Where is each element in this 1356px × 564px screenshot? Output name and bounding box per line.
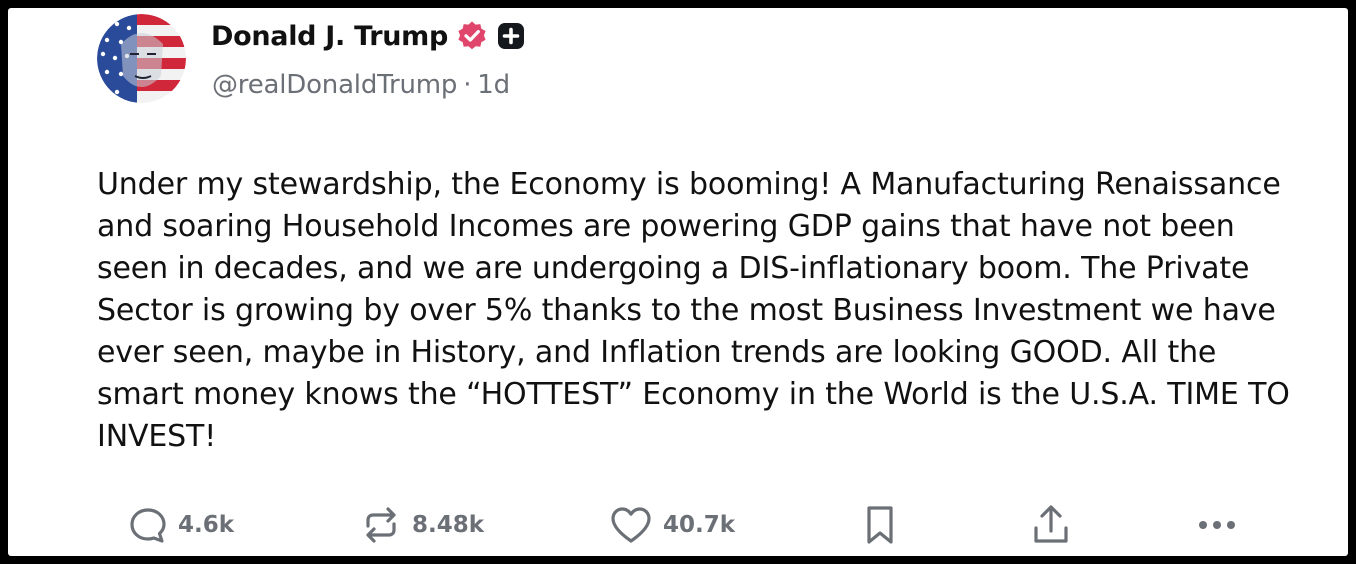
author-row: Donald J. Trump: [211, 20, 526, 52]
avatar[interactable]: [97, 14, 186, 103]
verified-badge-icon: [458, 21, 486, 50]
like-count: 40.7k: [663, 512, 736, 538]
retruth-count: 8.48k: [412, 512, 485, 538]
like-button[interactable]: 40.7k: [609, 500, 735, 550]
more-button[interactable]: [1195, 500, 1239, 550]
action-bar: 4.6k 8.48k 40.7k: [8, 500, 1348, 550]
heart-icon: [611, 507, 651, 543]
handle-row: @realDonaldTrump · 1d: [212, 70, 510, 100]
reply-count: 4.6k: [178, 512, 235, 538]
retruth-button[interactable]: 8.48k: [360, 500, 484, 550]
meta-separator: ·: [463, 70, 472, 100]
more-dots-icon: [1199, 521, 1235, 529]
post-text: Under my stewardship, the Economy is boo…: [97, 167, 1300, 454]
post-time[interactable]: 1d: [477, 70, 510, 100]
plus-square-icon: [498, 23, 525, 49]
share-upload-icon: [1034, 505, 1068, 543]
share-button[interactable]: [1031, 500, 1071, 550]
post-card: Donald J. Trump @realDonaldTrump · 1d Unde…: [8, 8, 1348, 556]
repost-arrows-icon: [366, 507, 396, 543]
speech-bubble-icon: [130, 508, 166, 543]
reply-button[interactable]: 4.6k: [128, 500, 234, 550]
avatar-image: [97, 14, 186, 103]
author-handle[interactable]: @realDonaldTrump: [212, 70, 457, 100]
author-name[interactable]: Donald J. Trump: [211, 21, 448, 52]
bookmark-button[interactable]: [862, 500, 898, 550]
bookmark-icon: [867, 506, 893, 544]
